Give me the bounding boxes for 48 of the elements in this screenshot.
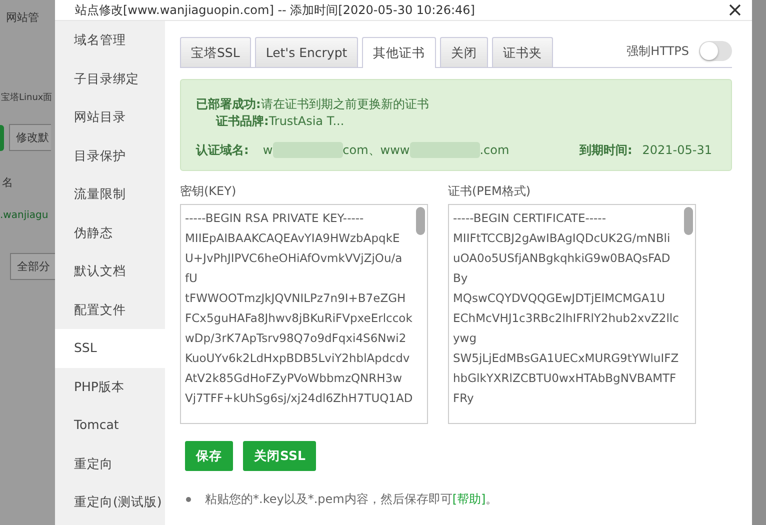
- panel-title: 宝塔Linux面: [1, 92, 54, 104]
- tab[interactable]: 其他证书: [362, 37, 436, 68]
- domain-text: com、www: [342, 142, 410, 159]
- close-icon[interactable]: [728, 3, 742, 17]
- sidebar-item[interactable]: 网站目录: [55, 98, 165, 136]
- scrollbar-thumb[interactable]: [416, 207, 425, 235]
- status-label: 已部署成功:: [196, 97, 261, 111]
- field-label: 证书(PEM格式): [448, 183, 532, 200]
- certificate-field[interactable]: -----BEGIN CERTIFICATE----- MIIFtTCCBJ2gAwIBAgIQDcUK2G/mNBli uOA0o5USfjANBgkqhkiG9w0BAQsFAD By MQswCQYDVQQGEwJDTjElMCMGA1U EChMcVHJ1c3RBc2lhIFRlY2hub2xvZ2llc ywg SW5jLjEdMBsGA1UECxMURG9tYWluIFZ hbGlkYXRlZCBTU0wxHTAbBgNVBAMTF FRy: [449, 205, 695, 423]
- bullet-icon: [186, 497, 191, 502]
- sidebar-item[interactable]: PHP版本: [55, 368, 165, 406]
- expiry-value: 2021-05-31: [642, 142, 712, 159]
- modal-title: 站点修改[www.wanjiaguopin.com] -- 添加时间[2020-05-30 10:26:46]: [75, 2, 475, 18]
- domain-label: 认证域名:: [196, 142, 249, 159]
- sidebar-item[interactable]: 重定向: [55, 444, 165, 483]
- sidebar-item[interactable]: 子目录绑定: [55, 60, 165, 98]
- sidebar-item[interactable]: 配置文件: [55, 290, 165, 329]
- sidebar-item[interactable]: 默认文档: [55, 252, 165, 290]
- column-header[interactable]: 名: [2, 175, 55, 190]
- sidebar-item[interactable]: 流量限制: [55, 175, 165, 214]
- key-field[interactable]: -----BEGIN RSA PRIVATE KEY----- MIIEpAIBAAKCAQEAvYIA9HWzbApqkE U+JvPhJIPVC6heOHiAfOvmkVVjZjOu/a fU tFWWOOTmzJkJQVNILPz7n9I+B7eZGH FCx5guHAFa8Jhwv8jBKuRiFVpxeErlccok wDp/3rK7ApTsrv98Q7o9dFqxi4S6Nwi2 KuoUYv6k2LdHxpBDB5LviY2hblApdcdv AtV2k85GdHoFZyPVoWbbmzQNRH3w Vj7TFF+kUhSg6sj/xj24dl6ZhH7TUQ1AD: [181, 205, 427, 423]
- toggle-label: 强制HTTPS: [626, 42, 689, 60]
- status-text: 请在证书到期之前更换新的证书: [260, 97, 429, 111]
- button-edge[interactable]: [0, 124, 4, 150]
- page-heading: 网站管: [6, 10, 40, 25]
- scrollbar-thumb[interactable]: [684, 207, 693, 235]
- sidebar-item[interactable]: Tomcat: [55, 406, 165, 444]
- sidebar-item[interactable]: 伪静态: [55, 214, 165, 252]
- tab[interactable]: 宝塔SSL: [180, 37, 251, 67]
- sidebar-item[interactable]: 域名管理: [55, 21, 165, 60]
- background-button[interactable]: 修改默: [9, 124, 51, 151]
- brand-label: 证书品牌:: [216, 114, 269, 128]
- field-label: 密钥(KEY): [180, 183, 238, 200]
- sidebar-item[interactable]: 目录保护: [55, 136, 165, 175]
- expiry-label: 到期时间:: [579, 142, 632, 159]
- redaction-blur: [410, 142, 480, 158]
- background-button[interactable]: 全部分: [10, 253, 55, 280]
- domain-text: .com: [480, 142, 510, 159]
- brand-value: TrustAsia T...: [268, 114, 344, 128]
- tab[interactable]: 证书夹: [492, 37, 554, 67]
- domain-text: w: [262, 142, 273, 159]
- sidebar-item[interactable]: 重定向(测试版): [55, 483, 165, 522]
- sidebar-item[interactable]: SSL: [55, 329, 165, 368]
- tab[interactable]: 关闭: [440, 37, 488, 67]
- toggle-switch[interactable]: [699, 41, 732, 61]
- help-note: 粘贴您的*.key以及*.pem内容，然后保存即可[帮助]。: [205, 491, 498, 508]
- tab[interactable]: Let's Encrypt: [254, 37, 358, 67]
- redaction-blur: [272, 142, 343, 158]
